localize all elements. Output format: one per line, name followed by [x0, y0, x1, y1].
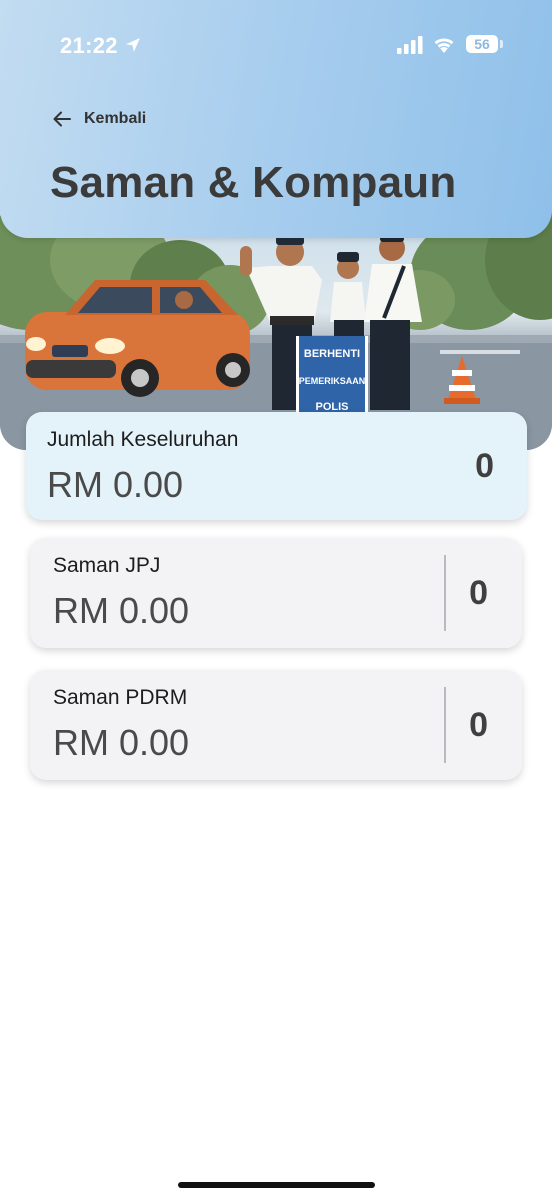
saman-pdrm-card[interactable]: Saman PDRM RM 0.00 0 — [30, 670, 522, 780]
total-amount: RM 0.00 — [47, 464, 184, 505]
status-bar: 21:22 56 — [0, 0, 552, 90]
total-label: Jumlah Keseluruhan — [47, 428, 239, 451]
sign-line-1: BERHENTI — [304, 348, 360, 360]
card-divider — [444, 687, 446, 763]
sign-line-2: PEMERIKSAAN — [299, 376, 366, 386]
home-indicator[interactable] — [178, 1182, 375, 1188]
battery-icon: 56 — [466, 35, 498, 53]
back-label: Kembali — [84, 110, 147, 127]
wifi-icon — [434, 38, 454, 53]
saman-jpj-card[interactable]: Saman JPJ RM 0.00 0 — [30, 538, 522, 648]
pdrm-amount: RM 0.00 — [53, 722, 190, 763]
cellular-signal-icon — [397, 36, 423, 54]
jpj-label: Saman JPJ — [53, 554, 161, 577]
card-divider — [444, 555, 446, 631]
jpj-count: 0 — [469, 574, 488, 612]
jpj-amount: RM 0.00 — [53, 590, 190, 631]
pdrm-count: 0 — [469, 706, 488, 744]
battery-tip — [500, 40, 503, 48]
pdrm-label: Saman PDRM — [53, 686, 188, 709]
page-title: Saman & Kompaun — [50, 158, 457, 207]
arrow-left-icon — [53, 111, 71, 127]
location-arrow-icon — [126, 38, 140, 52]
back-button[interactable]: Kembali — [52, 108, 146, 130]
total-summary-card[interactable]: Jumlah Keseluruhan RM 0.00 0 — [26, 412, 527, 520]
total-count: 0 — [475, 447, 494, 485]
status-time: 21:22 — [60, 33, 118, 58]
